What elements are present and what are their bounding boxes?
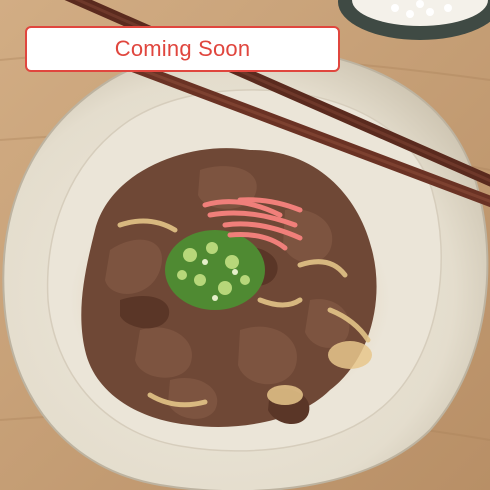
food-photo — [0, 0, 490, 490]
coming-soon-banner: Coming Soon — [25, 26, 340, 72]
scallion-garnish — [165, 230, 265, 310]
product-card[interactable]: Coming Soon — [0, 0, 490, 490]
